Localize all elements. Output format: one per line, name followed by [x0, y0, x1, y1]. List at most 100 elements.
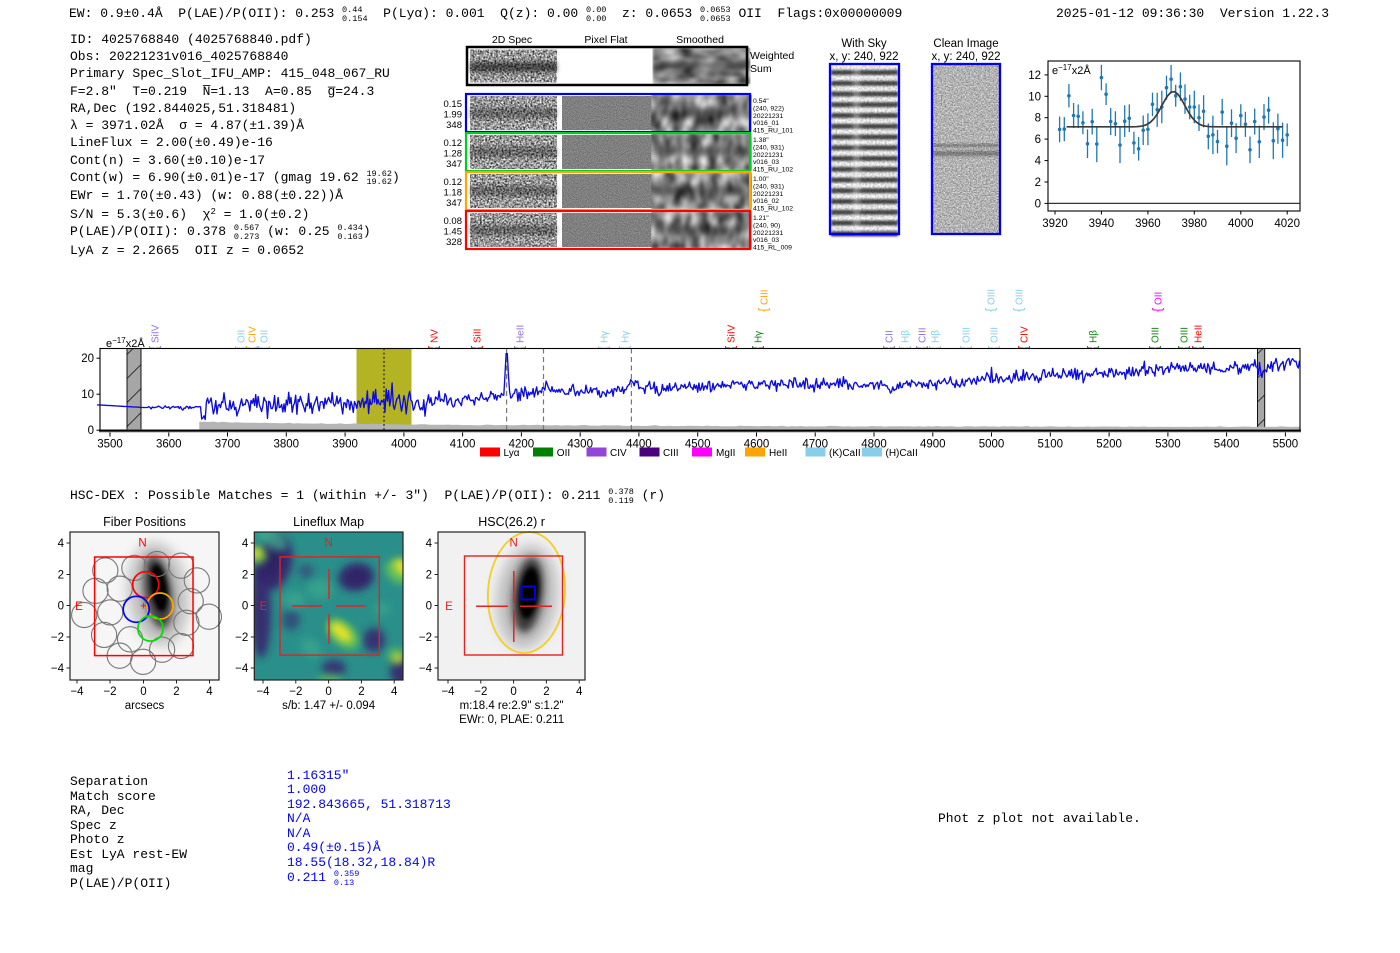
svg-text:{ OIII: { OIII: [1012, 289, 1026, 312]
svg-text:Smoothed: Smoothed: [676, 34, 724, 46]
svg-text:CIII: CIII: [663, 448, 679, 459]
svg-text:328: 328: [446, 237, 462, 248]
svg-text:4: 4: [58, 538, 65, 550]
svg-text:(K)CaII: (K)CaII: [829, 448, 861, 459]
svg-text:0: 0: [426, 601, 432, 613]
svg-text:m:18.4 re:2.9" s:1.2": m:18.4 re:2.9" s:1.2": [460, 700, 564, 712]
svg-text:−4: −4: [70, 686, 84, 698]
svg-text:10: 10: [1028, 91, 1041, 103]
svg-text:415_RU_102: 415_RU_102: [753, 167, 793, 174]
svg-text:{ OIII: { OIII: [959, 327, 973, 350]
svg-text:5100: 5100: [1038, 439, 1064, 451]
svg-text:{ OIII: { OIII: [984, 289, 998, 312]
svg-text:Lineflux Map: Lineflux Map: [293, 515, 364, 529]
svg-text:1.28: 1.28: [444, 149, 463, 160]
svg-text:{ Hβ: { Hβ: [898, 330, 912, 350]
svg-text:−2: −2: [419, 632, 432, 644]
svg-text:With Sky: With Sky: [841, 38, 887, 50]
svg-text:−4: −4: [51, 663, 65, 675]
svg-text:4: 4: [426, 538, 433, 550]
svg-text:20221231: 20221231: [753, 113, 783, 120]
svg-text:3940: 3940: [1089, 218, 1115, 230]
svg-text:MgII: MgII: [716, 448, 735, 459]
svg-text:20: 20: [81, 353, 94, 365]
svg-text:−4: −4: [256, 686, 270, 698]
svg-text:4: 4: [242, 538, 249, 550]
svg-text:4: 4: [1035, 156, 1042, 168]
svg-text:−2: −2: [235, 632, 248, 644]
svg-text:4: 4: [206, 686, 213, 698]
svg-text:v016_03: v016_03: [753, 237, 779, 244]
svg-text:Fiber Positions: Fiber Positions: [103, 515, 186, 529]
svg-text:HeII: HeII: [769, 448, 787, 459]
svg-text:20221231: 20221231: [753, 152, 783, 159]
svg-text:5200: 5200: [1096, 439, 1122, 451]
svg-text:0.12: 0.12: [444, 177, 463, 188]
svg-text:3960: 3960: [1135, 218, 1161, 230]
svg-text:1.45: 1.45: [444, 227, 463, 238]
svg-text:0: 0: [325, 686, 331, 698]
svg-text:347: 347: [446, 159, 462, 170]
svg-text:−2: −2: [51, 632, 64, 644]
svg-text:3920: 3920: [1042, 218, 1068, 230]
svg-text:−4: −4: [235, 663, 249, 675]
svg-text:2: 2: [358, 686, 364, 698]
svg-text:1.00": 1.00": [753, 176, 769, 183]
svg-text:v016_02: v016_02: [753, 198, 779, 205]
svg-text:1.99: 1.99: [444, 110, 463, 121]
svg-text:{ CIII: { CIII: [757, 289, 771, 312]
svg-text:{ SiII: { SiII: [470, 329, 484, 350]
svg-text:{ SiIV: { SiIV: [148, 324, 162, 350]
svg-text:3980: 3980: [1182, 218, 1208, 230]
svg-text:0: 0: [1035, 198, 1041, 210]
svg-text:e−17x2Å: e−17x2Å: [106, 336, 145, 350]
svg-text:−2: −2: [474, 686, 487, 698]
svg-text:5300: 5300: [1155, 439, 1181, 451]
svg-text:e−17x2Å: e−17x2Å: [1052, 63, 1091, 77]
svg-text:{ OII: { OII: [1151, 292, 1165, 312]
svg-text:0: 0: [140, 686, 146, 698]
svg-text:2: 2: [58, 570, 64, 582]
svg-text:2D Spec: 2D Spec: [492, 34, 532, 46]
svg-text:{ HeII: { HeII: [513, 325, 527, 350]
svg-text:10: 10: [81, 389, 94, 401]
svg-text:3700: 3700: [215, 439, 241, 451]
svg-text:(H)CaII: (H)CaII: [886, 448, 918, 459]
svg-text:20221231: 20221231: [753, 230, 783, 237]
svg-text:{ Hγ: { Hγ: [597, 331, 611, 350]
svg-text:348: 348: [446, 120, 462, 131]
svg-text:(240, 922): (240, 922): [753, 105, 784, 112]
svg-text:N: N: [509, 538, 517, 550]
svg-text:6: 6: [1035, 134, 1041, 146]
svg-text:(240, 90): (240, 90): [753, 222, 780, 229]
svg-text:415_RU_102: 415_RU_102: [753, 206, 793, 213]
svg-text:0: 0: [242, 601, 248, 613]
svg-text:v016_03: v016_03: [753, 159, 779, 166]
svg-text:0: 0: [88, 425, 94, 437]
svg-text:2: 2: [173, 686, 179, 698]
svg-text:415_RU_101: 415_RU_101: [753, 128, 793, 135]
svg-text:1.38": 1.38": [753, 137, 769, 144]
svg-text:0.15: 0.15: [444, 99, 463, 110]
svg-text:4000: 4000: [391, 439, 417, 451]
svg-text:8: 8: [1035, 113, 1041, 125]
svg-text:{ Hγ: { Hγ: [618, 331, 632, 350]
svg-text:415_RL_009: 415_RL_009: [753, 245, 792, 252]
svg-text:4020: 4020: [1274, 218, 1300, 230]
svg-text:{ SiIV: { SiIV: [724, 324, 738, 350]
svg-text:0.08: 0.08: [444, 216, 463, 227]
svg-text:1.18: 1.18: [444, 188, 463, 199]
svg-text:E: E: [75, 601, 83, 613]
svg-text:E: E: [260, 601, 268, 613]
svg-text:−4: −4: [419, 663, 433, 675]
svg-text:s/b: 1.47 +/- 0.094: s/b: 1.47 +/- 0.094: [282, 700, 376, 712]
svg-text:{ CIV: { CIV: [1017, 326, 1031, 350]
svg-text:{ NV: { NV: [427, 329, 441, 350]
svg-text:4900: 4900: [920, 439, 946, 451]
svg-text:{ Hβ: { Hβ: [1086, 330, 1100, 350]
svg-text:+: +: [140, 601, 146, 613]
svg-text:4000: 4000: [1228, 218, 1254, 230]
svg-text:Weighted: Weighted: [750, 50, 794, 62]
svg-text:−2: −2: [103, 686, 116, 698]
svg-text:4: 4: [391, 686, 398, 698]
